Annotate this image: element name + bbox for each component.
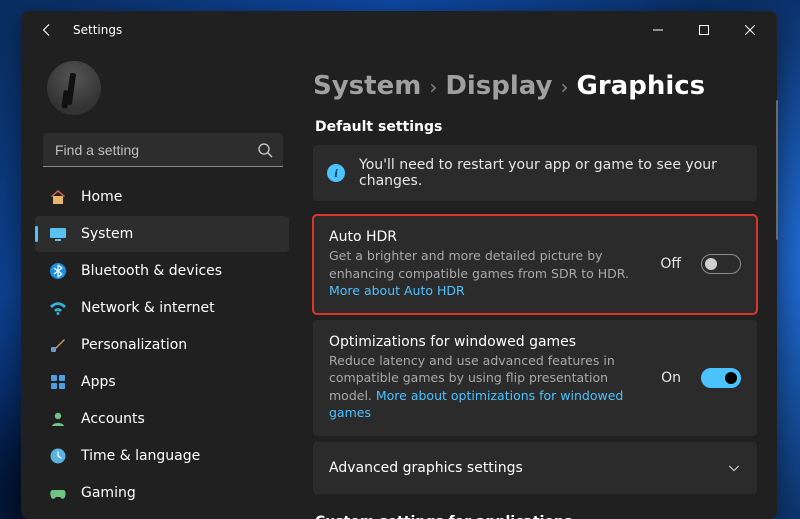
wifi-icon (49, 299, 67, 317)
close-button[interactable] (727, 15, 773, 45)
windowed-optim-state-label: On (661, 370, 681, 386)
restart-info-text: You'll need to restart your app or game … (359, 157, 743, 189)
sidebar-item-label: Home (81, 189, 122, 205)
sidebar: Home System Bluetooth & devices Network … (21, 49, 299, 519)
auto-hdr-more-link[interactable]: More about Auto HDR (329, 283, 465, 298)
sidebar-item-label: Network & internet (81, 300, 215, 316)
sidebar-item-label: Bluetooth & devices (81, 263, 222, 279)
sidebar-item-label: Personalization (81, 337, 187, 353)
sidebar-item-bluetooth[interactable]: Bluetooth & devices (35, 253, 289, 289)
custom-settings-heading: Custom settings for applications (315, 514, 757, 519)
sidebar-item-label: Time & language (81, 448, 200, 464)
advanced-graphics-label: Advanced graphics settings (329, 460, 523, 476)
home-icon (49, 188, 67, 206)
nav-list: Home System Bluetooth & devices Network … (35, 179, 293, 512)
chevron-down-icon (727, 461, 741, 475)
windowed-optim-title: Optimizations for windowed games (329, 334, 645, 350)
clock-icon (49, 447, 67, 465)
sidebar-item-label: System (81, 226, 133, 242)
sidebar-item-personalization[interactable]: Personalization (35, 327, 289, 363)
brush-icon (49, 336, 67, 354)
auto-hdr-state-label: Off (660, 256, 681, 272)
person-icon (49, 410, 67, 428)
restart-info-bar: You'll need to restart your app or game … (313, 145, 757, 201)
advanced-graphics-row[interactable]: Advanced graphics settings (313, 442, 757, 494)
crumb-system[interactable]: System (313, 71, 421, 101)
auto-hdr-desc-text: Get a brighter and more detailed picture… (329, 248, 629, 281)
sidebar-item-label: Accounts (81, 411, 145, 427)
sidebar-item-label: Gaming (81, 485, 136, 501)
breadcrumb-separator-icon: › (559, 75, 571, 99)
sidebar-item-apps[interactable]: Apps (35, 364, 289, 400)
maximize-button[interactable] (681, 15, 727, 45)
gamepad-icon (49, 484, 67, 502)
titlebar: Settings (21, 11, 777, 49)
auto-hdr-title: Auto HDR (329, 229, 644, 245)
windowed-optim-card: Optimizations for windowed games Reduce … (313, 320, 757, 436)
search-input[interactable] (43, 133, 283, 167)
system-icon (49, 225, 67, 243)
crumb-display[interactable]: Display (445, 71, 552, 101)
info-icon (327, 164, 345, 182)
minimize-button[interactable] (635, 15, 681, 45)
close-icon (745, 25, 755, 35)
breadcrumb-separator-icon: › (427, 75, 439, 99)
sidebar-item-gaming[interactable]: Gaming (35, 475, 289, 511)
crumb-graphics: Graphics (577, 71, 706, 101)
search-wrap (43, 133, 283, 167)
sidebar-item-network[interactable]: Network & internet (35, 290, 289, 326)
sidebar-item-home[interactable]: Home (35, 179, 289, 215)
search-icon (257, 142, 273, 158)
window-controls (635, 15, 773, 45)
app-title: Settings (73, 23, 122, 37)
auto-hdr-toggle[interactable] (701, 254, 741, 274)
minimize-icon (653, 25, 663, 35)
auto-hdr-desc: Get a brighter and more detailed picture… (329, 247, 644, 300)
sidebar-item-label: Apps (81, 374, 116, 390)
maximize-icon (699, 25, 709, 35)
breadcrumb: System › Display › Graphics (313, 71, 757, 101)
content-area: System › Display › Graphics Default sett… (299, 49, 777, 519)
sidebar-item-accounts[interactable]: Accounts (35, 401, 289, 437)
settings-window: Settings Home (21, 11, 777, 519)
windowed-optim-desc: Reduce latency and use advanced features… (329, 352, 645, 422)
windowed-optim-toggle[interactable] (701, 368, 741, 388)
user-avatar[interactable] (47, 61, 101, 115)
back-button[interactable] (31, 14, 63, 46)
default-settings-heading: Default settings (315, 119, 757, 135)
bluetooth-icon (49, 262, 67, 280)
arrow-left-icon (40, 23, 54, 37)
sidebar-item-time[interactable]: Time & language (35, 438, 289, 474)
sidebar-item-system[interactable]: System (35, 216, 289, 252)
auto-hdr-card: Auto HDR Get a brighter and more detaile… (313, 215, 757, 314)
apps-icon (49, 373, 67, 391)
